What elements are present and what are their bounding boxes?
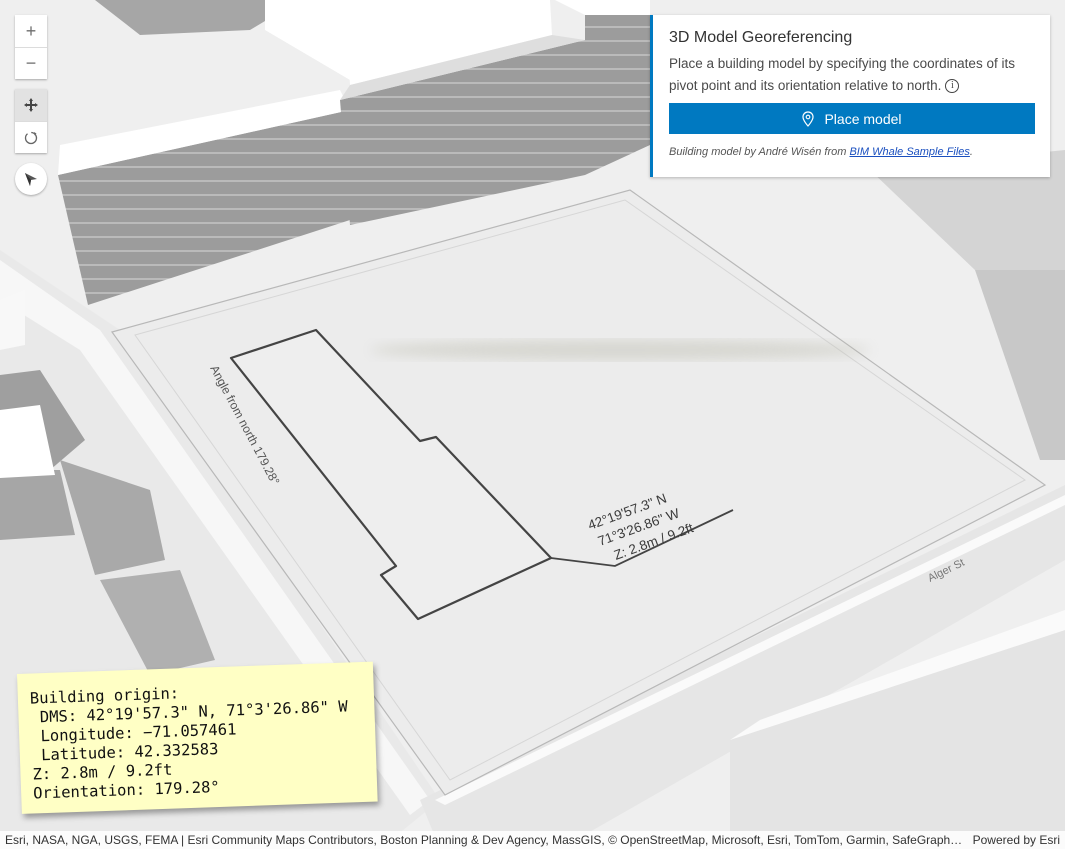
navigation-mode-controls xyxy=(15,89,47,153)
pan-mode-button[interactable] xyxy=(15,89,47,121)
zoom-in-button[interactable]: + xyxy=(15,15,47,47)
compass-button[interactable] xyxy=(15,163,47,195)
compass-arrow-icon xyxy=(25,173,37,186)
zoom-out-button[interactable]: − xyxy=(15,47,47,79)
panel-title: 3D Model Georeferencing xyxy=(669,29,853,46)
zoom-controls: + − xyxy=(15,15,47,79)
place-model-label: Place model xyxy=(824,110,902,127)
attribution-bar[interactable]: Esri, NASA, NGA, USGS, FEMA | Esri Commu… xyxy=(0,831,1065,849)
credit-prefix: Building model by André Wisén from xyxy=(669,146,850,158)
pan-arrows-icon xyxy=(24,98,38,112)
powered-by-esri-link[interactable]: Powered by Esri xyxy=(973,833,1060,847)
info-icon[interactable]: i xyxy=(945,79,960,93)
panel-description: Place a building model by specifying the… xyxy=(669,53,1034,97)
georeferencing-panel: 3D Model Georeferencing Place a building… xyxy=(650,15,1050,177)
credit-suffix: . xyxy=(969,146,973,158)
rotate-mode-button[interactable] xyxy=(15,121,47,153)
rotate-icon xyxy=(24,131,38,144)
model-credit: Building model by André Wisén from BIM W… xyxy=(669,146,1034,158)
map-pin-icon xyxy=(802,110,815,127)
place-model-button[interactable]: Place model xyxy=(669,103,1035,134)
bim-whale-link[interactable]: BIM Whale Sample Files xyxy=(849,146,969,158)
panel-description-text: Place a building model by specifying the… xyxy=(669,56,1015,93)
attribution-sources[interactable]: Esri, NASA, NGA, USGS, FEMA | Esri Commu… xyxy=(5,833,963,847)
building-origin-note: Building origin: DMS: 42°19'57.3" N, 71°… xyxy=(17,661,378,814)
